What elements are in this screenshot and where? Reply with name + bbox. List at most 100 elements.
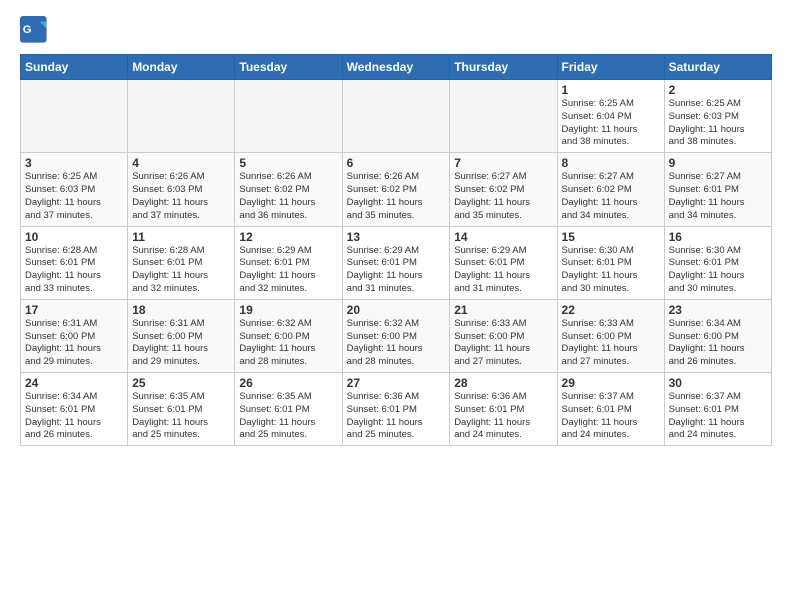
day-info: Sunrise: 6:29 AMSunset: 6:01 PMDaylight:… [239, 245, 337, 296]
day-info-line: Sunset: 6:00 PM [562, 331, 632, 342]
day-number: 10 [25, 230, 123, 244]
day-number: 30 [669, 376, 767, 390]
day-info-line: Daylight: 11 hours [562, 343, 638, 354]
day-info-line: Sunrise: 6:28 AM [25, 245, 97, 256]
day-info-line: Daylight: 11 hours [239, 197, 315, 208]
day-info-line: and 34 minutes. [562, 210, 630, 221]
day-info-line: Sunset: 6:03 PM [25, 184, 95, 195]
day-number: 19 [239, 303, 337, 317]
day-info-line: Sunrise: 6:27 AM [562, 171, 634, 182]
day-info: Sunrise: 6:29 AMSunset: 6:01 PMDaylight:… [347, 245, 446, 296]
day-info-line: and 38 minutes. [562, 136, 630, 147]
day-info-line: Daylight: 11 hours [239, 270, 315, 281]
day-info-line: and 30 minutes. [562, 283, 630, 294]
day-info-line: Sunrise: 6:33 AM [562, 318, 634, 329]
day-info-line: Sunset: 6:00 PM [454, 331, 524, 342]
day-info-line: Sunset: 6:00 PM [132, 331, 202, 342]
day-info-line: Sunset: 6:03 PM [132, 184, 202, 195]
day-info-line: Sunset: 6:01 PM [132, 404, 202, 415]
day-info-line: Daylight: 11 hours [669, 124, 745, 135]
day-number: 22 [562, 303, 660, 317]
day-info-line: Sunrise: 6:26 AM [132, 171, 204, 182]
day-info-line: Sunset: 6:01 PM [347, 404, 417, 415]
day-number: 23 [669, 303, 767, 317]
day-info-line: Daylight: 11 hours [25, 270, 101, 281]
day-info-line: Daylight: 11 hours [132, 343, 208, 354]
day-info-line: Daylight: 11 hours [454, 270, 530, 281]
day-info-line: Sunrise: 6:25 AM [562, 98, 634, 109]
day-info-line: Sunrise: 6:36 AM [347, 391, 419, 402]
week-row-1: 1Sunrise: 6:25 AMSunset: 6:04 PMDaylight… [21, 80, 772, 153]
day-info-line: Daylight: 11 hours [669, 417, 745, 428]
day-number: 5 [239, 156, 337, 170]
day-info-line: and 29 minutes. [25, 356, 93, 367]
day-info: Sunrise: 6:26 AMSunset: 6:02 PMDaylight:… [239, 171, 337, 222]
day-number: 21 [454, 303, 552, 317]
day-info-line: Sunset: 6:01 PM [132, 257, 202, 268]
day-info-line: Sunrise: 6:26 AM [347, 171, 419, 182]
day-info: Sunrise: 6:30 AMSunset: 6:01 PMDaylight:… [562, 245, 660, 296]
calendar-cell: 12Sunrise: 6:29 AMSunset: 6:01 PMDayligh… [235, 226, 342, 299]
day-info-line: Sunrise: 6:37 AM [562, 391, 634, 402]
calendar-cell: 21Sunrise: 6:33 AMSunset: 6:00 PMDayligh… [450, 299, 557, 372]
weekday-header-sunday: Sunday [21, 55, 128, 80]
day-info-line: and 27 minutes. [562, 356, 630, 367]
day-info-line: Sunrise: 6:34 AM [669, 318, 741, 329]
day-info-line: and 38 minutes. [669, 136, 737, 147]
calendar-cell: 8Sunrise: 6:27 AMSunset: 6:02 PMDaylight… [557, 153, 664, 226]
day-info: Sunrise: 6:36 AMSunset: 6:01 PMDaylight:… [347, 391, 446, 442]
day-info: Sunrise: 6:35 AMSunset: 6:01 PMDaylight:… [239, 391, 337, 442]
day-number: 14 [454, 230, 552, 244]
day-info-line: Daylight: 11 hours [239, 343, 315, 354]
day-info-line: and 24 minutes. [454, 429, 522, 440]
day-info: Sunrise: 6:32 AMSunset: 6:00 PMDaylight:… [347, 318, 446, 369]
calendar-cell [342, 80, 450, 153]
day-info-line: Sunset: 6:01 PM [25, 257, 95, 268]
day-info-line: and 30 minutes. [669, 283, 737, 294]
day-info: Sunrise: 6:27 AMSunset: 6:02 PMDaylight:… [454, 171, 552, 222]
day-info-line: Sunrise: 6:37 AM [669, 391, 741, 402]
day-number: 1 [562, 83, 660, 97]
day-info-line: and 32 minutes. [132, 283, 200, 294]
day-info-line: Daylight: 11 hours [669, 197, 745, 208]
day-info: Sunrise: 6:37 AMSunset: 6:01 PMDaylight:… [562, 391, 660, 442]
day-info-line: Daylight: 11 hours [25, 343, 101, 354]
day-info-line: and 25 minutes. [132, 429, 200, 440]
calendar-cell [235, 80, 342, 153]
calendar-cell: 13Sunrise: 6:29 AMSunset: 6:01 PMDayligh… [342, 226, 450, 299]
day-info-line: Sunrise: 6:25 AM [25, 171, 97, 182]
day-info: Sunrise: 6:29 AMSunset: 6:01 PMDaylight:… [454, 245, 552, 296]
day-info: Sunrise: 6:35 AMSunset: 6:01 PMDaylight:… [132, 391, 230, 442]
day-info-line: and 28 minutes. [347, 356, 415, 367]
calendar-cell: 28Sunrise: 6:36 AMSunset: 6:01 PMDayligh… [450, 373, 557, 446]
calendar-cell: 29Sunrise: 6:37 AMSunset: 6:01 PMDayligh… [557, 373, 664, 446]
day-info-line: Sunrise: 6:35 AM [132, 391, 204, 402]
day-info-line: Daylight: 11 hours [454, 417, 530, 428]
day-number: 26 [239, 376, 337, 390]
day-info: Sunrise: 6:26 AMSunset: 6:02 PMDaylight:… [347, 171, 446, 222]
day-info-line: Sunset: 6:01 PM [669, 184, 739, 195]
day-info-line: Sunset: 6:01 PM [562, 257, 632, 268]
day-info: Sunrise: 6:33 AMSunset: 6:00 PMDaylight:… [454, 318, 552, 369]
calendar-cell: 9Sunrise: 6:27 AMSunset: 6:01 PMDaylight… [664, 153, 771, 226]
day-number: 2 [669, 83, 767, 97]
day-info-line: Sunrise: 6:27 AM [454, 171, 526, 182]
day-number: 4 [132, 156, 230, 170]
weekday-header-row: SundayMondayTuesdayWednesdayThursdayFrid… [21, 55, 772, 80]
weekday-header-wednesday: Wednesday [342, 55, 450, 80]
day-info: Sunrise: 6:37 AMSunset: 6:01 PMDaylight:… [669, 391, 767, 442]
calendar-cell: 3Sunrise: 6:25 AMSunset: 6:03 PMDaylight… [21, 153, 128, 226]
day-number: 13 [347, 230, 446, 244]
day-info: Sunrise: 6:27 AMSunset: 6:02 PMDaylight:… [562, 171, 660, 222]
day-info-line: Daylight: 11 hours [25, 417, 101, 428]
day-info-line: Sunset: 6:01 PM [347, 257, 417, 268]
day-info: Sunrise: 6:34 AMSunset: 6:00 PMDaylight:… [669, 318, 767, 369]
day-info-line: Sunrise: 6:29 AM [239, 245, 311, 256]
day-info-line: Daylight: 11 hours [454, 343, 530, 354]
day-info-line: Sunrise: 6:28 AM [132, 245, 204, 256]
calendar-cell: 10Sunrise: 6:28 AMSunset: 6:01 PM Dayligh… [21, 226, 128, 299]
day-info-line: Sunset: 6:00 PM [239, 331, 309, 342]
day-info: Sunrise: 6:25 AMSunset: 6:03 PMDaylight:… [669, 98, 767, 149]
calendar-table: SundayMondayTuesdayWednesdayThursdayFrid… [20, 54, 772, 446]
day-number: 3 [25, 156, 123, 170]
